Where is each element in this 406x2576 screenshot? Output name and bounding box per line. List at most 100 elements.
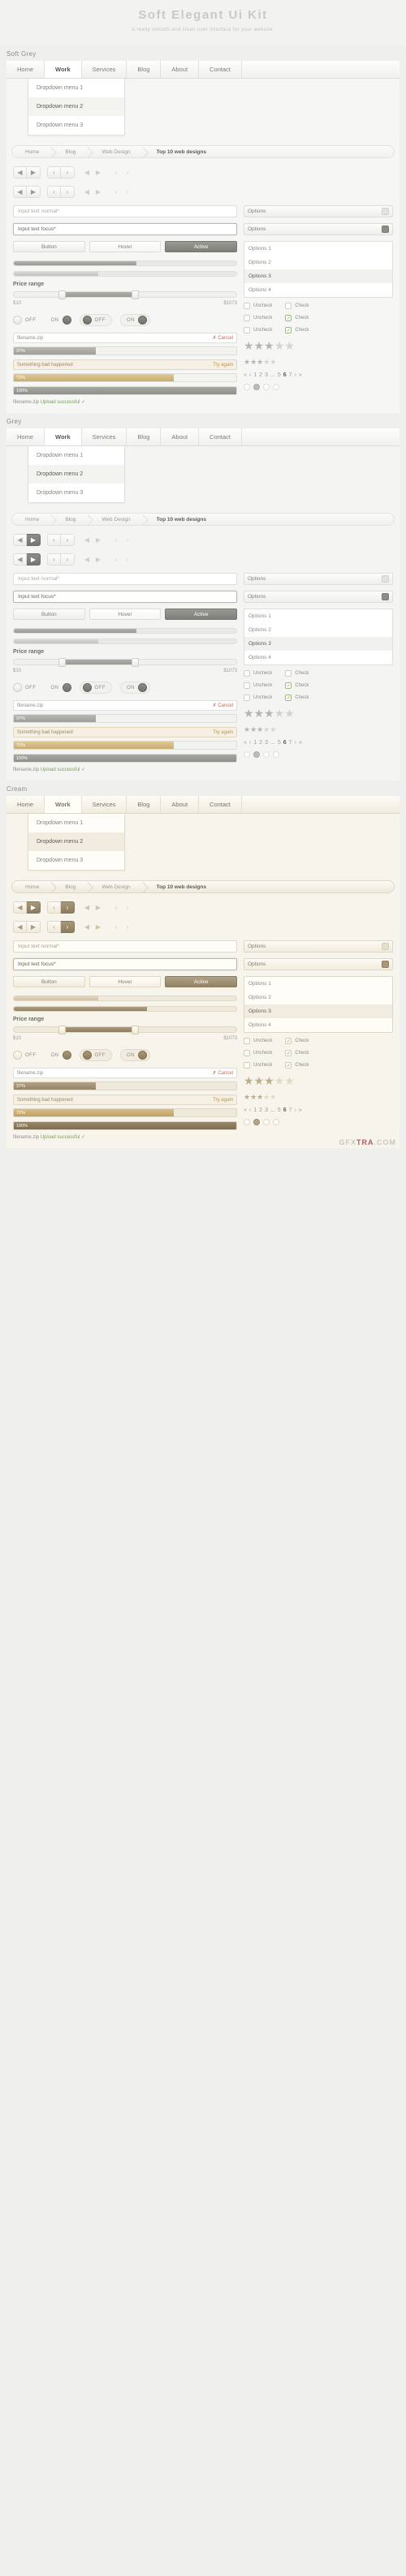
- upload-retry-button[interactable]: Try again: [213, 730, 233, 735]
- arrow-right-icon[interactable]: ▶: [27, 534, 41, 546]
- rating-stars-small[interactable]: ★ ★ ★ ★ ★: [244, 1093, 393, 1102]
- dot-2-active[interactable]: [253, 384, 260, 390]
- button-hover[interactable]: Hover: [89, 976, 162, 987]
- dot-4[interactable]: [273, 751, 279, 758]
- option-item-2[interactable]: Options 2: [244, 623, 392, 637]
- star-icon[interactable]: ★: [250, 725, 257, 734]
- button-hover[interactable]: Hover: [89, 609, 162, 620]
- checkbox-uncheck-3[interactable]: Uncheck: [244, 695, 272, 701]
- upload-retry-button[interactable]: Try again: [213, 1098, 233, 1103]
- star-icon[interactable]: ★: [250, 358, 257, 367]
- star-icon[interactable]: ★: [254, 1074, 265, 1088]
- option-item-1[interactable]: Options 1: [244, 977, 392, 991]
- toggle-off-pill[interactable]: OFF: [79, 1049, 112, 1061]
- arrow-right-icon[interactable]: ▶: [27, 921, 41, 933]
- checkbox-uncheck-1[interactable]: Uncheck: [244, 1038, 272, 1044]
- arrow-right-flat-icon[interactable]: ▶: [93, 901, 104, 914]
- upload-cancel-button[interactable]: ✗ Cancel: [213, 335, 233, 341]
- price-range-knob-min[interactable]: [58, 658, 66, 667]
- option-item-1[interactable]: Options 1: [244, 609, 392, 623]
- chevron-left-flat-icon[interactable]: ‹: [110, 534, 122, 546]
- chevron-left-icon[interactable]: ‹: [47, 534, 61, 546]
- star-icon[interactable]: ★: [244, 1074, 254, 1088]
- price-range-knob-max[interactable]: [132, 1026, 140, 1034]
- select-light[interactable]: Options: [244, 940, 393, 953]
- toggle-on-plain[interactable]: ON: [48, 683, 71, 692]
- dropdown-item-2[interactable]: Dropdown menu 2: [28, 465, 124, 484]
- option-item-4[interactable]: Options 4: [244, 1018, 392, 1032]
- star-icon[interactable]: ★: [254, 707, 265, 720]
- input-text-normal[interactable]: Input text normal*: [13, 573, 237, 585]
- chevron-left-flat-icon[interactable]: ‹: [110, 553, 122, 566]
- toggle-off-plain[interactable]: OFF: [13, 1051, 40, 1060]
- dot-2-active[interactable]: [253, 751, 260, 758]
- breadcrumb-item-blog[interactable]: Blog: [52, 146, 89, 157]
- chevron-left-icon[interactable]: ‹: [47, 186, 61, 198]
- checkbox-uncheck-3[interactable]: Uncheck: [244, 1062, 272, 1069]
- chevron-left-icon[interactable]: ‹: [47, 553, 61, 566]
- breadcrumb-item-home[interactable]: Home: [12, 881, 52, 892]
- toggle-on-pill[interactable]: ON: [120, 1049, 150, 1061]
- price-range-slider[interactable]: [13, 1026, 237, 1034]
- nav-item-contact[interactable]: Contact: [199, 796, 242, 813]
- breadcrumb-item-web-design[interactable]: Web Design: [89, 514, 143, 525]
- star-icon[interactable]: ★: [264, 339, 274, 353]
- dropdown-item-3[interactable]: Dropdown menu 3: [28, 116, 124, 135]
- checkbox-check-2[interactable]: ✓ Check: [285, 315, 309, 321]
- nav-item-work[interactable]: Work: [45, 796, 82, 813]
- arrow-right-icon[interactable]: ▶: [27, 186, 41, 198]
- upload-retry-button[interactable]: Try again: [213, 363, 233, 368]
- dot-1[interactable]: [244, 384, 250, 390]
- dot-3[interactable]: [263, 1119, 270, 1125]
- select-dark[interactable]: Options: [244, 958, 393, 970]
- option-item-2[interactable]: Options 2: [244, 991, 392, 1004]
- price-range-knob-min[interactable]: [58, 290, 66, 299]
- option-item-3[interactable]: Options 3: [244, 269, 392, 283]
- rating-stars-large[interactable]: ★ ★ ★ ★ ★: [244, 1074, 393, 1088]
- toggle-on-pill[interactable]: ON: [120, 314, 150, 326]
- select-dark[interactable]: Options: [244, 223, 393, 235]
- button-active[interactable]: Active: [165, 241, 238, 252]
- chevron-right-icon[interactable]: ›: [61, 534, 75, 546]
- nav-item-services[interactable]: Services: [82, 61, 127, 78]
- star-icon[interactable]: ★: [257, 1093, 263, 1102]
- breadcrumb-item-web-design[interactable]: Web Design: [89, 146, 143, 157]
- arrow-left-flat-icon[interactable]: ◀: [81, 166, 93, 178]
- arrow-right-flat-icon[interactable]: ▶: [93, 186, 104, 198]
- chevron-right-icon[interactable]: ›: [61, 186, 75, 198]
- pagination-page-7[interactable]: 7: [289, 1107, 292, 1113]
- checkbox-uncheck-3[interactable]: Uncheck: [244, 327, 272, 333]
- breadcrumb-item-web-design[interactable]: Web Design: [89, 881, 143, 892]
- star-icon[interactable]: ★: [244, 707, 254, 720]
- star-icon[interactable]: ★: [284, 339, 295, 353]
- breadcrumb-item-home[interactable]: Home: [12, 514, 52, 525]
- star-icon[interactable]: ★: [284, 707, 295, 720]
- arrow-left-flat-icon[interactable]: ◀: [81, 553, 93, 566]
- nav-item-services[interactable]: Services: [82, 428, 127, 445]
- pagination-page-2[interactable]: 2: [259, 740, 262, 746]
- button-normal[interactable]: Button: [13, 976, 85, 987]
- input-text-focus[interactable]: Input text focus*: [13, 223, 237, 235]
- dropdown-item-3[interactable]: Dropdown menu 3: [28, 851, 124, 870]
- star-icon[interactable]: ★: [244, 1093, 250, 1102]
- slider-dark[interactable]: [13, 628, 237, 634]
- breadcrumb-item-blog[interactable]: Blog: [52, 514, 89, 525]
- breadcrumb-item-blog[interactable]: Blog: [52, 881, 89, 892]
- pagination-last[interactable]: »: [299, 372, 302, 378]
- arrow-right-icon[interactable]: ▶: [27, 166, 41, 178]
- option-item-2[interactable]: Options 2: [244, 256, 392, 269]
- option-item-4[interactable]: Options 4: [244, 651, 392, 664]
- checkbox-check-2[interactable]: ✓ Check: [285, 1050, 309, 1056]
- chevron-left-icon[interactable]: ‹: [47, 166, 61, 178]
- pagination-prev[interactable]: ‹: [249, 372, 251, 378]
- arrow-left-flat-icon[interactable]: ◀: [81, 186, 93, 198]
- pagination-last[interactable]: »: [299, 1107, 302, 1113]
- nav-item-work[interactable]: Work: [45, 428, 82, 445]
- button-normal[interactable]: Button: [13, 241, 85, 252]
- chevron-right-icon[interactable]: ›: [61, 166, 75, 178]
- arrow-left-icon[interactable]: ◀: [13, 921, 27, 933]
- slider-light[interactable]: [13, 271, 237, 277]
- checkbox-uncheck-1[interactable]: Uncheck: [244, 303, 272, 309]
- checkbox-uncheck-2[interactable]: Uncheck: [244, 682, 272, 689]
- nav-item-contact[interactable]: Contact: [199, 61, 242, 78]
